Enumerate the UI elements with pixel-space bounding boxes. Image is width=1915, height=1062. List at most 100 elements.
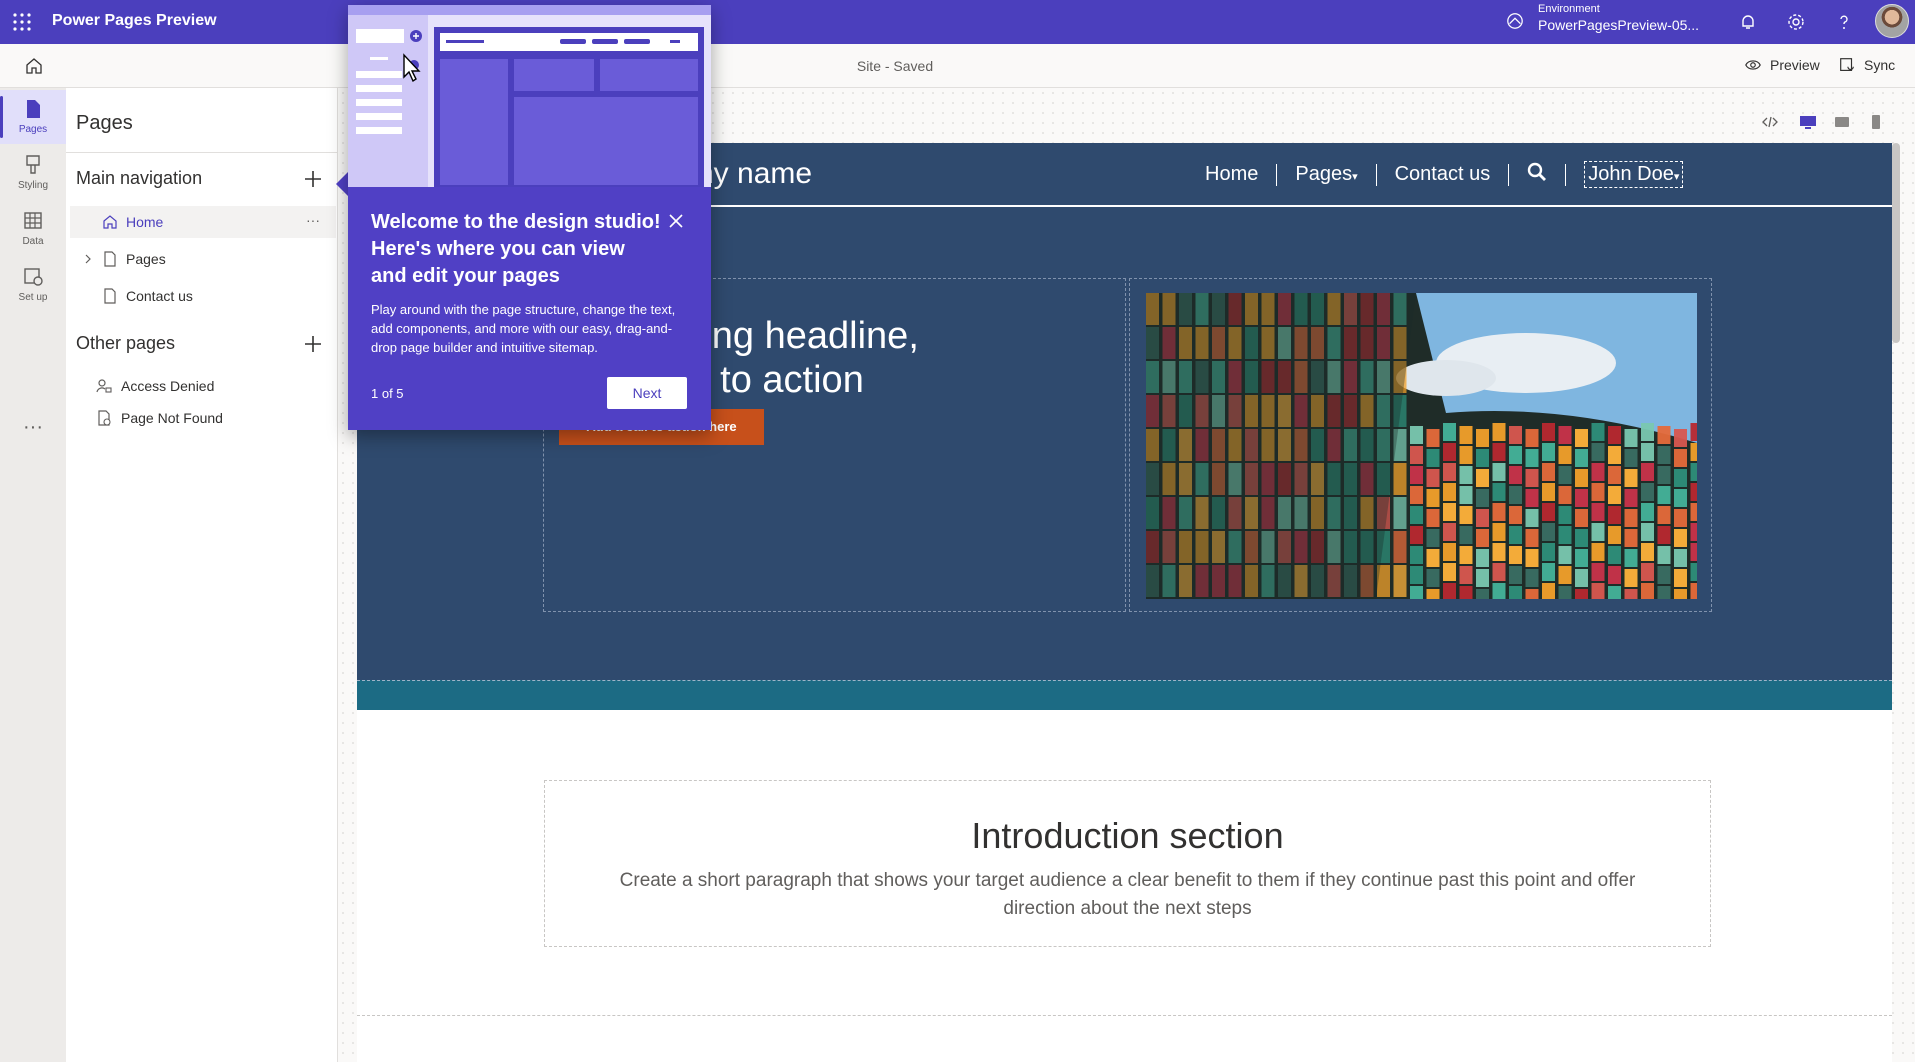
glass-panel	[1591, 483, 1605, 501]
glass-panel	[1657, 466, 1671, 484]
glass-panel	[1410, 546, 1423, 564]
glass-panel	[1509, 446, 1522, 464]
glass-panel	[1525, 469, 1539, 487]
glass-panel	[1476, 469, 1489, 487]
glass-panel	[1690, 423, 1697, 441]
glass-panel	[1525, 509, 1539, 527]
help-icon[interactable]	[1834, 12, 1854, 32]
canvas-scrollbar[interactable]	[1892, 143, 1900, 343]
glass-panel	[1459, 566, 1473, 584]
coachmark-title: Welcome to the design studio! Here's whe…	[371, 211, 661, 287]
nav-item-contact-us[interactable]: Contact us	[70, 280, 336, 312]
nav-divider	[1565, 163, 1567, 186]
more-options-button[interactable]: ···	[306, 212, 320, 228]
glass-panel	[1459, 466, 1473, 484]
glass-panel	[1558, 526, 1572, 544]
chevron-down-icon: ▾	[1673, 171, 1680, 183]
nav-item-label: Page Not Found	[121, 410, 223, 426]
glass-panel	[1492, 523, 1506, 541]
document-icon	[104, 288, 116, 304]
nav-item-label: Contact us	[126, 288, 193, 304]
rail-item-styling[interactable]: Styling	[0, 146, 66, 200]
glass-panel	[1608, 506, 1621, 524]
mobile-icon[interactable]	[1866, 112, 1886, 132]
add-main-nav-icon[interactable]	[302, 168, 324, 190]
glass-panel	[1443, 583, 1456, 599]
nav-item-home[interactable]: Home ···	[70, 206, 336, 238]
glass-panel	[1426, 489, 1440, 507]
sync-button[interactable]: Sync	[1838, 56, 1895, 74]
rail-more-button[interactable]: ···	[0, 416, 66, 439]
rail-label-styling: Styling	[17, 180, 48, 191]
user-menu[interactable]: John Doe▾	[1584, 161, 1684, 188]
code-icon[interactable]	[1760, 112, 1780, 132]
glass-panel	[1657, 446, 1671, 464]
other-pages-title: Other pages	[76, 333, 176, 353]
bell-icon[interactable]	[1738, 12, 1758, 32]
glass-panel	[1459, 586, 1473, 599]
close-icon[interactable]	[666, 211, 686, 231]
glass-panel	[1410, 586, 1423, 599]
waffle-icon[interactable]	[12, 12, 32, 32]
glass-panel	[1674, 509, 1687, 527]
glass-panel	[1608, 466, 1621, 484]
glass-panel	[1542, 423, 1555, 441]
panel-divider	[66, 152, 338, 153]
rail-item-pages[interactable]: Pages	[0, 90, 66, 144]
tablet-icon[interactable]	[1832, 112, 1852, 132]
site-nav-pages[interactable]: Pages▾	[1277, 163, 1375, 186]
glass-panel	[1657, 506, 1671, 524]
glass-panel	[1492, 463, 1506, 481]
glass-panel	[1591, 443, 1605, 461]
site-nav-home[interactable]: Home	[1187, 163, 1276, 186]
glass-panel	[1410, 446, 1423, 464]
avatar[interactable]	[1875, 4, 1909, 38]
panel-title: Pages	[76, 112, 133, 134]
glass-panel	[1410, 426, 1423, 444]
site-search-button[interactable]	[1509, 162, 1565, 188]
preview-button[interactable]: Preview	[1744, 56, 1820, 74]
glass-panel	[1443, 463, 1456, 481]
rail-item-data[interactable]: Data	[0, 202, 66, 256]
command-bar: Site - Saved Preview Sync	[0, 44, 1915, 88]
glass-panel	[1608, 526, 1621, 544]
hero-image[interactable]	[1146, 293, 1697, 599]
glass-panel	[1443, 543, 1456, 561]
environment-name[interactable]: PowerPagesPreview-05...	[1538, 17, 1699, 33]
glass-panel	[1575, 489, 1588, 507]
glass-panel	[1509, 526, 1522, 544]
nav-item-page-not-found[interactable]: Page Not Found	[70, 402, 336, 434]
rail-label-data: Data	[22, 236, 44, 247]
glass-panel	[1525, 569, 1539, 587]
welcome-coachmark: Welcome to the design studio! Here's whe…	[348, 5, 711, 430]
site-nav-contact-us[interactable]: Contact us	[1377, 163, 1509, 186]
add-other-page-icon[interactable]	[302, 333, 324, 355]
glass-panel	[1674, 569, 1687, 587]
glass-panel	[1575, 509, 1588, 527]
next-button[interactable]: Next	[607, 377, 687, 409]
nav-item-pages[interactable]: Pages	[70, 243, 336, 275]
glass-panel	[1525, 449, 1539, 467]
desktop-icon[interactable]	[1798, 112, 1818, 132]
glass-panel	[1624, 429, 1638, 447]
glass-panel	[1443, 423, 1456, 441]
chevron-right-icon[interactable]	[80, 251, 96, 267]
glass-panel	[1641, 483, 1654, 501]
introduction-section[interactable]: Introduction section Create a short para…	[544, 780, 1711, 947]
site-name[interactable]: ny name	[697, 157, 812, 191]
nav-item-access-denied[interactable]: Access Denied	[70, 370, 336, 402]
rail-label-setup: Set up	[18, 292, 48, 303]
rail-item-setup[interactable]: Set up	[0, 258, 66, 312]
gear-icon[interactable]	[1786, 12, 1806, 32]
document-icon	[104, 251, 116, 267]
hero-image-column[interactable]	[1129, 278, 1712, 612]
intro-text[interactable]: Create a short paragraph that shows your…	[588, 867, 1668, 923]
glass-panel	[1657, 426, 1671, 444]
glass-panel	[1393, 463, 1407, 495]
glass-panel	[1608, 566, 1621, 584]
intro-title[interactable]: Introduction section	[545, 815, 1710, 857]
person-lock-icon	[96, 379, 112, 393]
coachmark-body: Play around with the page structure, cha…	[371, 302, 676, 355]
glass-panel	[1459, 506, 1473, 524]
main-navigation-title: Main navigation	[76, 168, 203, 188]
